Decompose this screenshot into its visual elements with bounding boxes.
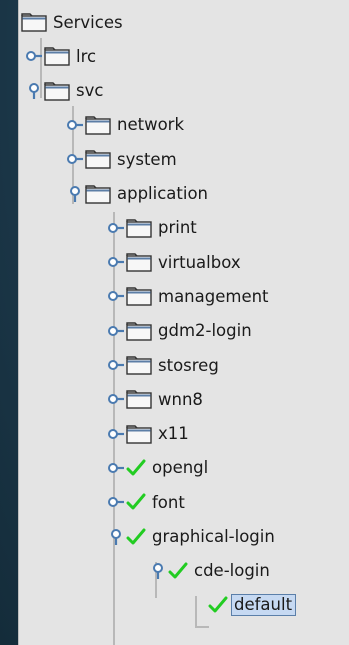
- tree-node-default[interactable]: default: [208, 588, 297, 622]
- tree-node-network[interactable]: network: [85, 108, 184, 142]
- expanded-handle-icon[interactable]: [66, 185, 82, 202]
- check-icon: [208, 596, 228, 614]
- tree-node-svc[interactable]: svc: [44, 74, 103, 108]
- service-tree-panel: Services lrc svc network system application pr…: [18, 0, 349, 645]
- tree-node-label: opengl: [152, 458, 209, 478]
- check-icon: [126, 528, 146, 546]
- tree-node-label: network: [117, 115, 185, 135]
- collapsed-handle-icon[interactable]: [107, 493, 124, 509]
- check-icon: [126, 459, 146, 477]
- collapsed-handle-icon[interactable]: [107, 425, 124, 441]
- tree-node-label: system: [117, 149, 177, 169]
- folder-icon: [44, 46, 70, 66]
- collapsed-handle-icon[interactable]: [107, 219, 124, 235]
- expanded-handle-icon[interactable]: [107, 528, 123, 545]
- folder-icon: [85, 184, 111, 204]
- tree-node-label: management: [158, 286, 269, 306]
- tree-node-label: x11: [158, 424, 189, 444]
- tree-node-label: print: [158, 218, 197, 238]
- folder-icon: [126, 389, 152, 409]
- expanded-handle-icon[interactable]: [25, 82, 41, 99]
- collapsed-handle-icon[interactable]: [107, 287, 124, 303]
- tree-node-x11[interactable]: x11: [126, 417, 189, 451]
- tree-node-cde-login[interactable]: cde-login: [168, 554, 270, 588]
- folder-icon: [126, 424, 152, 444]
- service-tree[interactable]: Services lrc svc network system application pr…: [19, 0, 349, 645]
- tree-node-label: gdm2-login: [158, 321, 252, 341]
- collapsed-handle-icon[interactable]: [107, 322, 124, 338]
- tree-guide-line: [195, 626, 209, 628]
- tree-node-label: graphical-login: [152, 527, 275, 546]
- tree-node-management[interactable]: management: [126, 279, 269, 313]
- tree-node-label: application: [117, 184, 209, 203]
- folder-icon: [126, 286, 152, 307]
- folder-icon: [126, 355, 152, 375]
- tree-node-label: svc: [76, 81, 104, 101]
- check-icon: [126, 493, 146, 511]
- tree-node-label: default: [231, 594, 297, 617]
- folder-icon: [44, 81, 70, 101]
- tree-node-lrc[interactable]: lrc: [44, 39, 96, 73]
- folder-icon: [126, 218, 152, 238]
- tree-node-system[interactable]: system: [85, 142, 177, 176]
- collapsed-handle-icon[interactable]: [25, 47, 42, 63]
- tree-node-label: Services: [53, 12, 123, 32]
- tree-node-label: cde-login: [194, 561, 270, 581]
- tree-node-font[interactable]: font: [126, 485, 185, 519]
- folder-icon: [21, 12, 47, 32]
- folder-icon: [126, 321, 152, 341]
- tree-node-gdm2-login[interactable]: gdm2-login: [126, 314, 252, 348]
- tree-node-wnn8[interactable]: wnn8: [126, 382, 203, 416]
- folder-icon: [85, 149, 111, 169]
- tree-node-label: stosreg: [158, 355, 219, 375]
- collapsed-handle-icon[interactable]: [66, 150, 83, 166]
- tree-node-print[interactable]: print: [126, 211, 197, 245]
- tree-node-virtualbox[interactable]: virtualbox: [126, 245, 241, 279]
- collapsed-handle-icon[interactable]: [107, 356, 124, 372]
- tree-node-application[interactable]: application: [85, 177, 208, 211]
- collapsed-handle-icon[interactable]: [107, 459, 124, 475]
- folder-icon: [126, 252, 152, 272]
- tree-node-opengl[interactable]: opengl: [126, 451, 208, 485]
- check-icon: [168, 562, 188, 580]
- folder-icon: [85, 115, 111, 135]
- tree-root-node[interactable]: Services: [21, 5, 123, 39]
- tree-node-label: wnn8: [158, 389, 203, 409]
- tree-node-label: virtualbox: [158, 252, 241, 272]
- collapsed-handle-icon[interactable]: [66, 116, 83, 132]
- tree-node-label: font: [152, 492, 185, 512]
- tree-guide-line: [195, 596, 197, 626]
- tree-node-graphical-login[interactable]: graphical-login: [126, 520, 275, 554]
- expanded-handle-icon[interactable]: [149, 562, 165, 579]
- collapsed-handle-icon[interactable]: [107, 253, 124, 269]
- tree-node-label: lrc: [76, 46, 97, 66]
- collapsed-handle-icon[interactable]: [107, 390, 124, 406]
- tree-node-stosreg[interactable]: stosreg: [126, 348, 219, 382]
